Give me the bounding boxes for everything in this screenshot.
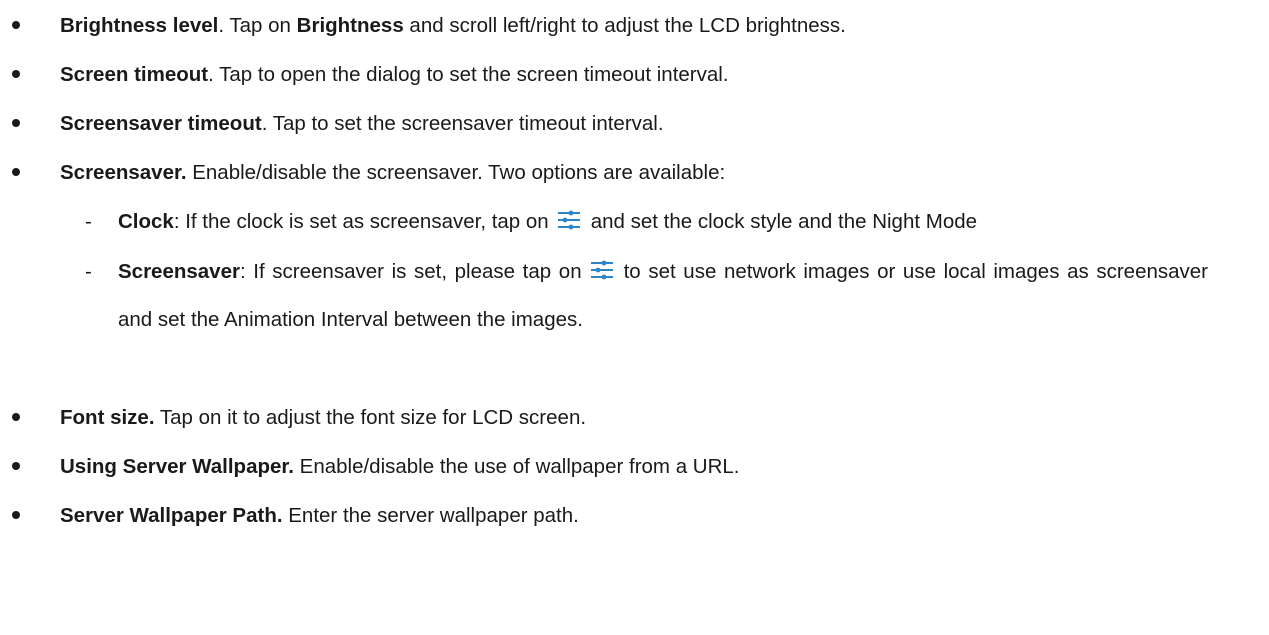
item-title: Brightness level <box>60 14 219 37</box>
bullet <box>12 168 20 176</box>
item-body: Enter the server wallpaper path. <box>282 504 579 527</box>
sub-item-body: : If screensaver is set, please tap on <box>239 260 582 283</box>
item-body: Tap to set the screensaver timeout inter… <box>267 112 664 135</box>
bullet <box>12 462 20 470</box>
settings-sliders-icon <box>590 251 614 280</box>
item-title: Font size. <box>60 406 155 429</box>
item-body: and scroll left/right to adjust the LCD … <box>403 14 846 37</box>
item-title: Using Server Wallpaper. <box>60 455 294 478</box>
item-body: Tap on it to adjust the font size for LC… <box>154 406 587 429</box>
item-text: Using Server Wallpaper. Enable/disable t… <box>60 453 740 481</box>
item-title: Screensaver timeout <box>60 112 262 135</box>
bullet <box>12 413 20 421</box>
sub-item-title: Screensaver <box>118 260 240 283</box>
item-body: Enable/disable the screensaver. Two opti… <box>186 161 726 184</box>
dash-marker: - <box>85 260 92 283</box>
item-body: Enable/disable the use of wallpaper from… <box>293 455 740 478</box>
item-text: Screensaver. Enable/disable the screensa… <box>60 159 725 187</box>
item-body: Tap to open the dialog to set the screen… <box>213 63 729 86</box>
sub-item-text: Clock: If the clock is set as screensave… <box>118 208 977 236</box>
item-text: Screen timeout. Tap to open the dialog t… <box>60 61 729 89</box>
dash-marker: - <box>85 210 92 233</box>
item-title: Server Wallpaper Path. <box>60 504 283 527</box>
item-title: Screensaver. <box>60 161 187 184</box>
item-text: Font size. Tap on it to adjust the font … <box>60 404 586 432</box>
bullet <box>12 119 20 127</box>
item-title: Screen timeout <box>60 63 209 86</box>
sub-item-body: and set the clock style and the Night Mo… <box>590 210 978 233</box>
bullet <box>12 21 20 29</box>
item-text: Server Wallpaper Path. Enter the server … <box>60 502 579 530</box>
settings-sliders-icon <box>557 209 581 231</box>
bullet <box>12 511 20 519</box>
sub-item-title: Clock <box>118 210 174 233</box>
sub-item-body: : If the clock is set as screensaver, ta… <box>173 210 549 233</box>
item-text: Brightness level. Tap on Brightness and … <box>60 12 846 40</box>
bullet <box>12 70 20 78</box>
document-page: Brightness level. Tap on Brightness and … <box>0 0 1269 635</box>
item-text: Screensaver timeout. Tap to set the scre… <box>60 110 664 138</box>
item-body: Tap on <box>224 14 297 37</box>
item-bold-term: Brightness <box>296 14 404 37</box>
sub-item-text: Screensaver: If screensaver is set, plea… <box>118 248 1208 344</box>
